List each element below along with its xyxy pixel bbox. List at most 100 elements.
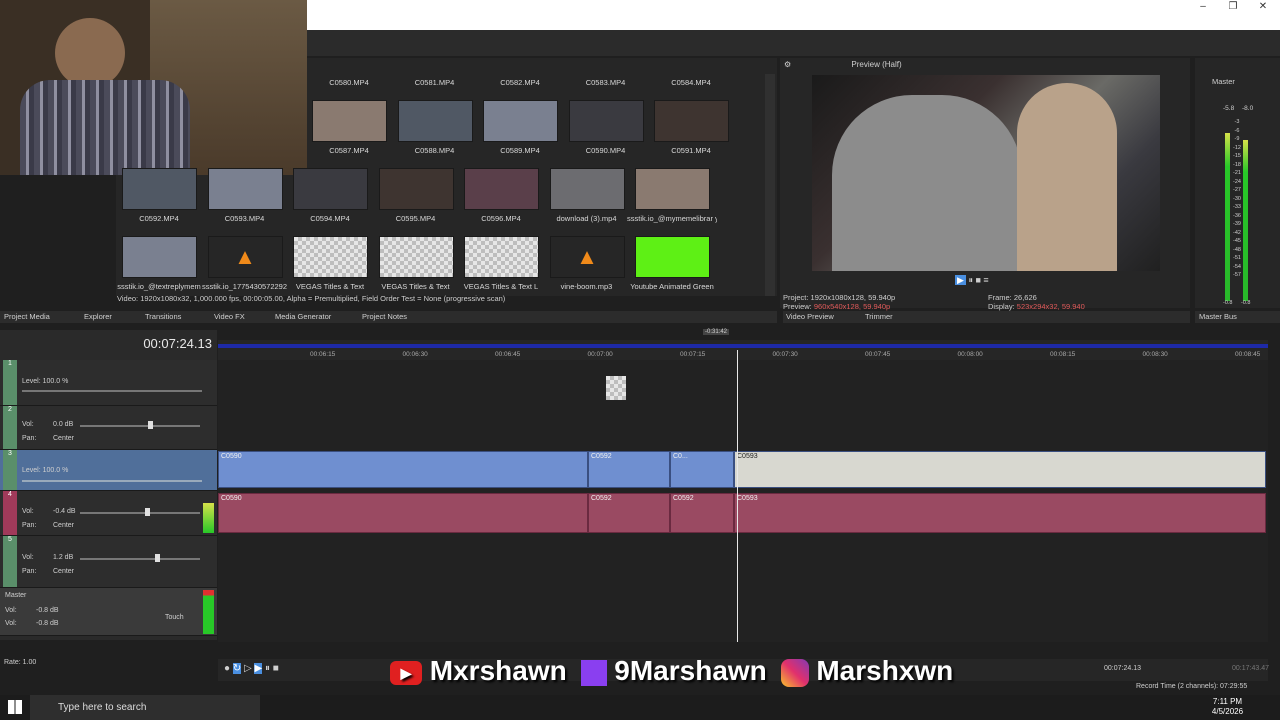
level-slider[interactable] bbox=[22, 390, 202, 392]
video-event[interactable]: C0590 bbox=[218, 451, 588, 488]
media-thumbnail[interactable] bbox=[378, 168, 454, 210]
loop-region-bar[interactable] bbox=[218, 344, 1268, 348]
media-item-label[interactable]: C0580.MP4 bbox=[304, 78, 394, 87]
media-thumbnail[interactable] bbox=[549, 168, 625, 210]
level-slider[interactable] bbox=[22, 480, 202, 482]
media-item-label[interactable]: C0588.MP4 bbox=[390, 146, 480, 155]
media-thumbnail[interactable]: ▲ bbox=[207, 236, 283, 278]
record-icon[interactable]: ● bbox=[224, 663, 230, 674]
title-event[interactable] bbox=[606, 376, 626, 400]
media-item-label[interactable]: C0593.MP4 bbox=[200, 214, 290, 223]
media-thumbnail[interactable] bbox=[122, 236, 197, 278]
media-item-label[interactable]: C0596.MP4 bbox=[456, 214, 546, 223]
media-item-label[interactable]: C0589.MP4 bbox=[475, 146, 565, 155]
media-item-label[interactable]: ssstik.io_1775430572292 bbox=[200, 282, 290, 291]
media-item-label[interactable]: C0583.MP4 bbox=[561, 78, 651, 87]
vol-slider[interactable] bbox=[80, 558, 200, 560]
media-thumbnail[interactable] bbox=[293, 168, 368, 210]
timeline-ruler[interactable]: -0:31:42 00:06:15 00:06:30 00:06:45 00:07:0… bbox=[218, 329, 1268, 360]
minimize-button[interactable]: – bbox=[1186, 0, 1220, 14]
playhead[interactable] bbox=[737, 350, 738, 642]
audio-event[interactable]: C0590 bbox=[218, 493, 588, 533]
media-item-label[interactable]: C0581.MP4 bbox=[390, 78, 480, 87]
close-button[interactable]: ✕ bbox=[1246, 0, 1280, 14]
media-item-label[interactable]: ssstik.io_@mymemelibrar y_1775430606877.… bbox=[627, 214, 717, 223]
clock-time[interactable]: 7:11 PM bbox=[1205, 697, 1250, 706]
clock-date[interactable]: 4/5/2026 bbox=[1205, 707, 1250, 716]
vol-slider[interactable] bbox=[80, 512, 200, 514]
stop-icon[interactable]: ■ bbox=[273, 663, 279, 674]
vol-knob[interactable] bbox=[145, 508, 150, 516]
media-item-label[interactable]: vine-boom.mp3 bbox=[542, 282, 632, 291]
track-3[interactable]: 3 Level: 100.0 % bbox=[0, 450, 217, 491]
media-thumbnail[interactable] bbox=[464, 168, 539, 210]
tab-media-generator[interactable]: Media Generator bbox=[275, 312, 331, 321]
track-4[interactable]: 4 Vol: -0.4 dB Pan: Center bbox=[0, 491, 217, 536]
media-thumbnail[interactable] bbox=[635, 168, 710, 210]
media-scrollbar[interactable] bbox=[765, 74, 775, 296]
pause-icon[interactable]: ⏸ bbox=[968, 275, 973, 285]
play-icon[interactable]: ▶ bbox=[254, 663, 263, 674]
media-item-label[interactable]: C0592.MP4 bbox=[114, 214, 204, 223]
tab-explorer[interactable]: Explorer bbox=[84, 312, 112, 321]
tab-trimmer[interactable]: Trimmer bbox=[865, 312, 893, 321]
taskbar-search[interactable]: Type here to search bbox=[30, 695, 260, 720]
pause-icon[interactable]: ⏸ bbox=[265, 663, 270, 674]
menu-icon[interactable]: ≡ bbox=[983, 275, 988, 285]
timeline-tracks-area[interactable]: C0590 C0592 C0... C0593 C0590 C0592 C059… bbox=[218, 360, 1268, 642]
gear-icon[interactable]: ⚙ bbox=[784, 60, 791, 69]
preview-mode[interactable]: Preview (Half) bbox=[851, 60, 901, 69]
media-item-label[interactable]: ssstik.io_@textreplymem bbox=[114, 282, 204, 291]
media-thumbnail[interactable] bbox=[293, 236, 368, 278]
loop-icon[interactable]: ↻ bbox=[232, 663, 242, 674]
windows-start-icon[interactable] bbox=[8, 700, 22, 714]
media-thumbnail[interactable] bbox=[464, 236, 539, 278]
media-thumbnail[interactable] bbox=[378, 236, 454, 278]
media-item-label[interactable]: C0591.MP4 bbox=[646, 146, 736, 155]
master-track[interactable]: Master Vol: -0.8 dB Vol: -0.8 dB Touch bbox=[0, 588, 217, 636]
media-item-label[interactable]: C0587.MP4 bbox=[304, 146, 394, 155]
audio-event[interactable]: C0592 bbox=[670, 493, 734, 533]
media-thumbnail[interactable] bbox=[122, 168, 197, 210]
play-icon[interactable]: ▶ bbox=[955, 275, 966, 285]
track-5[interactable]: 5 Vol: 1.2 dB Pan: Center bbox=[0, 536, 217, 588]
media-item-label[interactable]: C0595.MP4 bbox=[371, 214, 461, 223]
media-thumbnail[interactable] bbox=[483, 100, 558, 142]
media-item-label[interactable]: C0594.MP4 bbox=[285, 214, 375, 223]
media-item-label[interactable]: VEGAS Titles & Text L bbox=[456, 282, 546, 291]
play-from-start-icon[interactable]: ▷ bbox=[244, 663, 252, 674]
tab-video-fx[interactable]: Video FX bbox=[214, 312, 245, 321]
audio-event[interactable]: C0593 bbox=[734, 493, 1266, 533]
media-item-label[interactable]: Youtube Animated Green bbox=[627, 282, 717, 291]
restore-button[interactable]: ❐ bbox=[1216, 0, 1250, 14]
tab-project-media[interactable]: Project Media bbox=[4, 312, 50, 321]
automation-mode[interactable]: Touch bbox=[165, 614, 184, 621]
media-thumbnail[interactable] bbox=[635, 236, 710, 278]
track-1[interactable]: 1 Level: 100.0 % bbox=[0, 360, 217, 406]
media-thumbnail[interactable] bbox=[207, 168, 283, 210]
stop-icon[interactable]: ■ bbox=[975, 275, 980, 285]
media-item-label[interactable]: download (3).mp4 bbox=[542, 214, 632, 223]
media-item-label[interactable]: C0584.MP4 bbox=[646, 78, 736, 87]
vol-knob[interactable] bbox=[155, 554, 160, 562]
vol-knob[interactable] bbox=[148, 421, 153, 429]
vol-slider[interactable] bbox=[80, 425, 200, 427]
video-event[interactable]: C0592 bbox=[588, 451, 670, 488]
media-thumbnail[interactable]: ▲ bbox=[549, 236, 625, 278]
media-item-label[interactable]: VEGAS Titles & Text bbox=[285, 282, 375, 291]
media-item-label[interactable]: VEGAS Titles & Text bbox=[371, 282, 461, 291]
media-thumbnail[interactable] bbox=[397, 100, 473, 142]
tab-project-notes[interactable]: Project Notes bbox=[362, 312, 407, 321]
video-event[interactable]: C0593 bbox=[734, 451, 1266, 488]
media-item-label[interactable]: C0590.MP4 bbox=[561, 146, 651, 155]
media-thumbnail[interactable] bbox=[654, 100, 729, 142]
track-2[interactable]: 2 Vol: 0.0 dB Pan: Center bbox=[0, 406, 217, 450]
tab-video-preview[interactable]: Video Preview bbox=[786, 312, 834, 321]
media-thumbnail[interactable] bbox=[568, 100, 644, 142]
tab-transitions[interactable]: Transitions bbox=[145, 312, 181, 321]
video-event[interactable]: C0... bbox=[670, 451, 734, 488]
media-item-label[interactable]: C0582.MP4 bbox=[475, 78, 565, 87]
audio-event[interactable]: C0592 bbox=[588, 493, 670, 533]
media-thumbnail[interactable] bbox=[312, 100, 387, 142]
tab-master-bus[interactable]: Master Bus bbox=[1199, 312, 1237, 321]
